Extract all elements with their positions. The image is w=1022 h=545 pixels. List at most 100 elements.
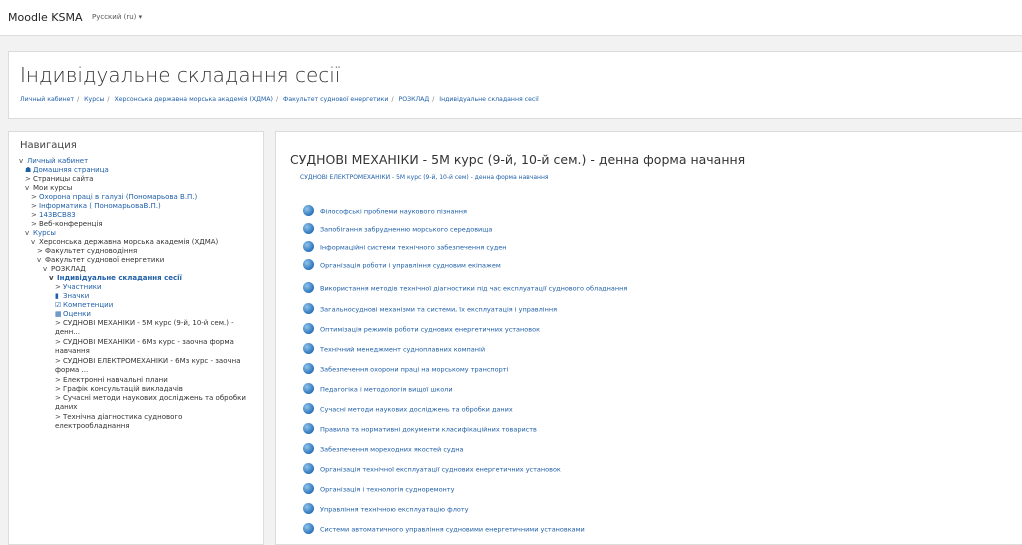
navigation-block: Навигация v Личный кабинет ☗ Домашняя стра… bbox=[8, 131, 264, 545]
nav-item-courses[interactable]: v Курсы bbox=[25, 229, 56, 238]
resource-label: Управління технічною експлуатацію флоту bbox=[320, 505, 469, 514]
page-header: Індивідуальне складання сесії Личный каб… bbox=[8, 51, 1022, 119]
globe-icon bbox=[303, 282, 314, 293]
nav-item-grades[interactable]: ▦Оценки bbox=[55, 310, 91, 319]
globe-icon bbox=[303, 403, 314, 414]
site-brand-link[interactable]: Moodle KSMA bbox=[8, 11, 82, 24]
nav-item-label: Значки bbox=[63, 292, 90, 300]
nav-item-category[interactable]: v Факультет суднової енергетики bbox=[37, 256, 164, 265]
nav-item-label: Факультет судноводіння bbox=[45, 247, 138, 255]
nav-item-section[interactable]: > Графік консультацій викладачів bbox=[55, 385, 183, 394]
resource-link[interactable]: Запобігання забрудненню морського середо… bbox=[303, 223, 492, 238]
resource-label: Інформаційні системи технічного забезпеч… bbox=[320, 243, 507, 252]
resource-link[interactable]: Забезпечення охорони праці на морському … bbox=[303, 363, 509, 378]
nav-item-participants[interactable]: > Участники bbox=[55, 283, 102, 292]
breadcrumb-separator: / bbox=[391, 96, 394, 103]
resource-link[interactable]: Інформаційні системи технічного забезпеч… bbox=[303, 241, 507, 256]
nav-item-home[interactable]: ☗ Домашняя страница bbox=[25, 166, 109, 175]
nav-item-section[interactable]: > СУДНОВІ МЕХАНІКИ - 6Мз курс - заочна фо… bbox=[55, 338, 255, 355]
resource-link[interactable]: Забезпечення мореходних якостей судна bbox=[303, 443, 464, 458]
globe-icon bbox=[303, 483, 314, 494]
resource-link[interactable]: Філософські проблеми наукового пізнання bbox=[303, 205, 467, 220]
nav-item-label: Страницы сайта bbox=[33, 175, 94, 183]
nav-item-label: Оценки bbox=[63, 310, 91, 318]
globe-icon bbox=[303, 323, 314, 334]
resource-link[interactable]: Організація і технологія судноремонту bbox=[303, 483, 454, 498]
resource-label: Системи автоматичного управління суднови… bbox=[320, 525, 585, 534]
globe-icon bbox=[303, 503, 314, 514]
chevron-right-icon: > bbox=[37, 247, 43, 255]
nav-item-course[interactable]: > Веб-конференція bbox=[31, 220, 103, 229]
nav-item-competencies[interactable]: ☑ Компетенции bbox=[55, 301, 113, 310]
chevron-right-icon: > bbox=[31, 220, 37, 228]
nav-item-site-pages[interactable]: > Страницы сайта bbox=[25, 175, 93, 184]
chevron-right-icon: > bbox=[31, 193, 37, 201]
nav-item-category[interactable]: > Факультет судноводіння bbox=[37, 247, 137, 256]
nav-item-category[interactable]: v РОЗКЛАД bbox=[43, 265, 86, 274]
globe-icon bbox=[303, 223, 314, 234]
breadcrumb-item[interactable]: Херсонська державна морська академія (ХД… bbox=[114, 96, 272, 103]
nav-item-label: Охорона праці в галузі (Пономарьова В.П.… bbox=[39, 193, 198, 201]
nav-item-label: Індивідуальне складання сесії bbox=[57, 274, 182, 282]
breadcrumb-item[interactable]: Курсы bbox=[84, 96, 104, 103]
breadcrumb-item[interactable]: Личный кабинет bbox=[20, 96, 74, 103]
chevron-right-icon: > bbox=[55, 319, 61, 327]
chevron-down-icon: v bbox=[37, 256, 42, 264]
chevron-right-icon: > bbox=[31, 202, 37, 210]
page-title: Індивідуальне складання сесії bbox=[20, 63, 341, 87]
nav-item-label: РОЗКЛАД bbox=[51, 265, 86, 273]
nav-item-current-course[interactable]: v Індивідуальне складання сесії bbox=[49, 274, 182, 283]
nav-item-label: СУДНОВІ МЕХАНІКИ - 5М курс (9-й, 10-й се… bbox=[55, 319, 234, 336]
resource-label: Забезпечення охорони праці на морському … bbox=[320, 365, 509, 374]
nav-item-label: СУДНОВІ МЕХАНІКИ - 6Мз курс - заочна фор… bbox=[55, 338, 234, 355]
breadcrumb-item-current[interactable]: Індивідуальне складання сесії bbox=[439, 96, 538, 103]
resource-label: Загальносуднові механізми та системи, їх… bbox=[320, 305, 558, 314]
resource-link[interactable]: Загальносуднові механізми та системи, їх… bbox=[303, 303, 558, 318]
globe-icon bbox=[303, 303, 314, 314]
nav-item-section[interactable]: > СУДНОВІ МЕХАНІКИ - 5М курс (9-й, 10-й с… bbox=[55, 319, 255, 336]
resource-link[interactable]: Управління технічною експлуатацію флоту bbox=[303, 503, 469, 518]
breadcrumb-separator: / bbox=[77, 96, 80, 103]
chevron-right-icon: > bbox=[55, 376, 61, 384]
chevron-down-icon: v bbox=[31, 238, 36, 246]
chevron-right-icon: > bbox=[55, 385, 61, 393]
nav-item-my-courses[interactable]: v Мои курсы bbox=[25, 184, 72, 193]
nav-item-label: Веб-конференція bbox=[39, 220, 103, 228]
breadcrumb-item[interactable]: Факультет суднової енергетики bbox=[283, 96, 388, 103]
nav-item-dashboard[interactable]: v Личный кабинет bbox=[19, 157, 88, 166]
nav-item-course[interactable]: > Інформатика ( ПономарьоваВ.П.) bbox=[31, 202, 161, 211]
navigation-title: Навигация bbox=[20, 140, 77, 151]
resource-link[interactable]: Сучасні методи наукових досліджень та об… bbox=[303, 403, 513, 418]
nav-item-label: Домашняя страница bbox=[33, 166, 109, 174]
resource-link[interactable]: Організація технічної експлуатації судно… bbox=[303, 463, 561, 478]
resource-link[interactable]: Технічний менеджмент судноплавних компан… bbox=[303, 343, 485, 358]
resource-link[interactable]: Оптимізація режимів роботи суднових енер… bbox=[303, 323, 540, 338]
resource-link[interactable]: Педагогіка і методологія вищої школи bbox=[303, 383, 453, 398]
nav-item-course[interactable]: >143ВСВ83 bbox=[31, 211, 76, 220]
nav-item-category[interactable]: v Херсонська державна морська академія (Х… bbox=[31, 238, 218, 247]
breadcrumb-item[interactable]: РОЗКЛАД bbox=[399, 96, 430, 103]
nav-item-section[interactable]: > СУДНОВІ ЕЛЕКТРОМЕХАНІКИ - 6Мз курс - за… bbox=[55, 357, 255, 374]
nav-item-label: 143ВСВ83 bbox=[39, 211, 76, 219]
chevron-right-icon: > bbox=[31, 211, 37, 219]
resource-link[interactable]: Правила та нормативні документи класифік… bbox=[303, 423, 537, 438]
nav-item-section[interactable]: > Сучасні методи наукових досліджень та о… bbox=[55, 394, 255, 411]
resource-link[interactable]: Організація роботи і управління судновим… bbox=[303, 259, 501, 274]
resource-label: Організація технічної експлуатації судно… bbox=[320, 465, 561, 474]
resource-label: Забезпечення мореходних якостей судна bbox=[320, 445, 464, 454]
chevron-down-icon: v bbox=[49, 274, 54, 282]
nav-item-course[interactable]: > Охорона праці в галузі (Пономарьова В.П… bbox=[31, 193, 197, 202]
breadcrumb-separator: / bbox=[275, 96, 279, 103]
language-menu[interactable]: Русский (ru) ▾ bbox=[92, 13, 142, 21]
nav-item-label: Інформатика ( ПономарьоваВ.П.) bbox=[39, 202, 161, 210]
resource-link[interactable]: Системи автоматичного управління суднови… bbox=[303, 523, 585, 538]
chevron-down-icon: v bbox=[43, 265, 48, 273]
nav-item-section[interactable]: > Електронні навчальні плани bbox=[55, 376, 168, 385]
resource-link[interactable]: Використання методів технічної діагности… bbox=[303, 282, 628, 297]
resource-label: Педагогіка і методологія вищої школи bbox=[320, 385, 453, 394]
nav-item-section[interactable]: > Технічна діагностика суднового електроо… bbox=[55, 413, 255, 430]
course-subtitle-link[interactable]: СУДНОВІ ЕЛЕКТРОМЕХАНІКИ - 5М курс (9-й, … bbox=[300, 174, 548, 181]
nav-item-badges[interactable]: ▮ Значки bbox=[55, 292, 89, 301]
resource-label: Використання методів технічної діагности… bbox=[320, 284, 628, 293]
nav-item-label: Мои курсы bbox=[33, 184, 73, 192]
